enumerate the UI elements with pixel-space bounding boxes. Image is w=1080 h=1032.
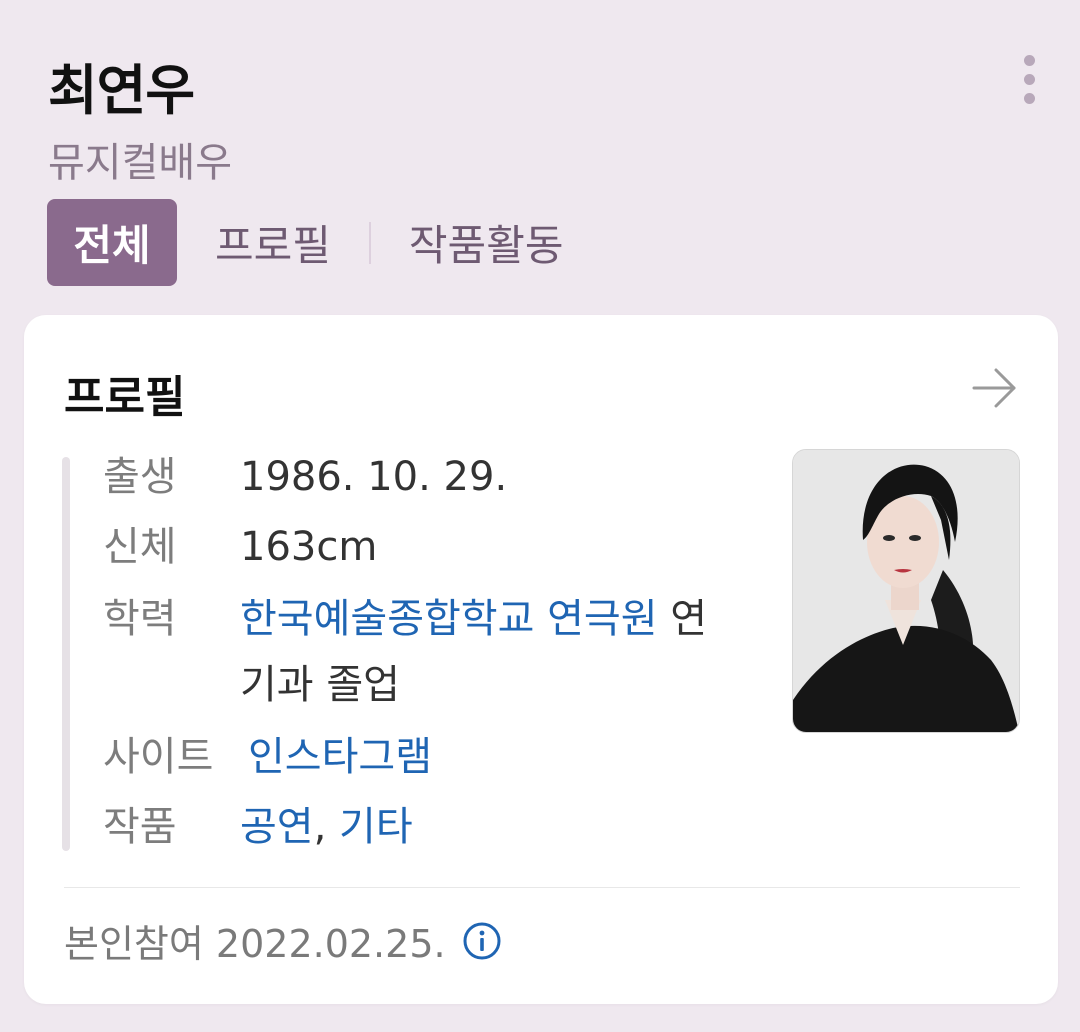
works-link-other[interactable]: 기타 <box>339 804 413 850</box>
tab-works[interactable]: 작품활동 <box>409 212 564 273</box>
site-link[interactable]: 인스타그램 <box>248 723 432 791</box>
info-accent-bar <box>62 457 70 851</box>
education-text-2: 기과 졸업 <box>240 662 400 708</box>
info-value-birth: 1986. 10. 29. <box>240 454 508 500</box>
portrait-image <box>793 450 1019 732</box>
education-link[interactable]: 한국예술종합학교 연극원 <box>240 596 658 642</box>
participation-footer: 본인참여 2022.02.25. <box>64 913 502 968</box>
profile-subtitle: 뮤지컬배우 <box>48 140 232 186</box>
tab-all[interactable]: 전체 <box>47 199 177 286</box>
info-label-works: 작품 <box>103 804 177 850</box>
info-value-works: 공연, 기타 <box>240 793 413 861</box>
tab-divider <box>368 221 371 264</box>
profile-more-link[interactable] <box>970 365 1020 411</box>
tab-profile[interactable]: 프로필 <box>215 212 331 273</box>
profile-name: 최연우 <box>48 59 195 122</box>
participation-date: 본인참여 2022.02.25. <box>64 922 446 966</box>
info-label-site: 사이트 <box>103 734 214 780</box>
info-value-body: 163cm <box>240 524 378 570</box>
info-circle-icon[interactable] <box>462 921 502 961</box>
works-separator: , <box>313 804 340 850</box>
card-divider <box>64 887 1020 888</box>
info-label-birth: 출생 <box>103 454 177 500</box>
info-label-education: 학력 <box>103 596 177 642</box>
profile-photo[interactable] <box>792 449 1020 733</box>
tab-bar: 전체 프로필 작품활동 <box>47 199 563 286</box>
education-text-1: 연 <box>657 596 708 642</box>
info-value-education: 한국예술종합학교 연극원 연 <box>240 585 707 653</box>
works-link-performance[interactable]: 공연 <box>240 804 314 850</box>
info-label-body: 신체 <box>103 524 177 570</box>
more-options-button[interactable] <box>1016 55 1042 107</box>
profile-card-title: 프로필 <box>64 372 186 423</box>
profile-card: 프로필 출생 1986. 10. 29. 신체 163cm 학력 한국예술종합학… <box>24 315 1058 1004</box>
arrow-right-icon <box>972 368 1016 408</box>
